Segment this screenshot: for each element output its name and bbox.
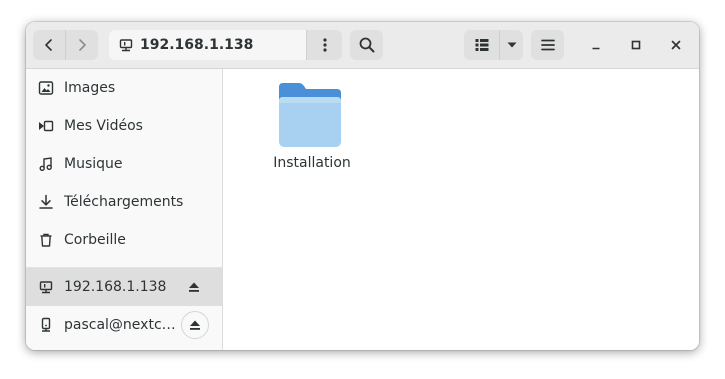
list-view-icon <box>475 39 488 51</box>
file-view: Installation <box>223 69 699 350</box>
view-options-button[interactable] <box>500 30 523 60</box>
sidebar-item-network-drive[interactable]: pascal@nextcl… <box>26 306 222 344</box>
hamburger-menu-icon <box>540 39 555 51</box>
headerbar: 192.168.1.138 <box>26 22 699 69</box>
chevron-right-icon <box>79 39 86 51</box>
video-icon <box>38 118 54 134</box>
maximize-icon <box>631 40 641 50</box>
sidebar-item-label: 192.168.1.138 <box>64 279 167 295</box>
sidebar-item-images[interactable]: Images <box>26 69 222 107</box>
main-menu-button[interactable] <box>531 30 564 60</box>
view-toggle <box>464 30 523 60</box>
sidebar-item-label: Musique <box>64 156 123 172</box>
folder-icon <box>279 83 341 147</box>
close-icon <box>671 40 681 50</box>
file-name: Installation <box>273 155 351 171</box>
eject-icon <box>189 282 199 292</box>
eject-button[interactable] <box>180 273 208 301</box>
sidebar: Images Mes Vidéos Musique Téléchargement… <box>26 69 223 350</box>
download-icon <box>38 194 54 210</box>
file-manager-window: 192.168.1.138 Images Mes Vidéos Musique … <box>26 22 699 350</box>
close-button[interactable] <box>664 33 688 57</box>
music-icon <box>38 156 54 172</box>
folder-item[interactable]: Installation <box>267 81 357 171</box>
sidebar-item-label: Mes Vidéos <box>64 118 143 134</box>
sidebar-item-label: Images <box>64 80 116 96</box>
sidebar-item-downloads[interactable]: Téléchargements <box>26 183 222 221</box>
chevron-left-icon <box>45 39 52 51</box>
minimize-button[interactable] <box>584 33 608 57</box>
sidebar-item-label: Corbeille <box>64 232 126 248</box>
forward-button[interactable] <box>66 30 98 60</box>
back-button[interactable] <box>33 30 65 60</box>
sidebar-item-music[interactable]: Musique <box>26 145 222 183</box>
image-icon <box>38 80 54 96</box>
eject-icon <box>190 320 200 330</box>
sidebar-item-trash[interactable]: Corbeille <box>26 221 222 259</box>
chevron-down-icon <box>507 42 516 48</box>
sidebar-item-label: pascal@nextcl… <box>64 317 176 333</box>
trash-icon <box>38 232 54 248</box>
maximize-button[interactable] <box>624 33 648 57</box>
search-button[interactable] <box>350 30 383 60</box>
sidebar-item-network-server[interactable]: 192.168.1.138 <box>26 268 222 306</box>
sidebar-item-label: Téléchargements <box>64 194 184 210</box>
network-drive-icon <box>38 317 54 333</box>
location-label: 192.168.1.138 <box>140 37 254 53</box>
location-bar: 192.168.1.138 <box>109 30 342 60</box>
navigation-buttons <box>33 30 98 60</box>
location-menu-button[interactable] <box>307 30 342 60</box>
eject-button[interactable] <box>181 311 209 339</box>
sidebar-item-videos[interactable]: Mes Vidéos <box>26 107 222 145</box>
search-icon <box>359 37 374 53</box>
more-vertical-icon <box>322 38 327 52</box>
location-segment[interactable]: 192.168.1.138 <box>109 30 307 60</box>
minimize-icon <box>592 47 600 50</box>
list-view-button[interactable] <box>464 30 499 60</box>
network-server-icon <box>38 279 54 295</box>
network-server-icon <box>119 39 133 52</box>
